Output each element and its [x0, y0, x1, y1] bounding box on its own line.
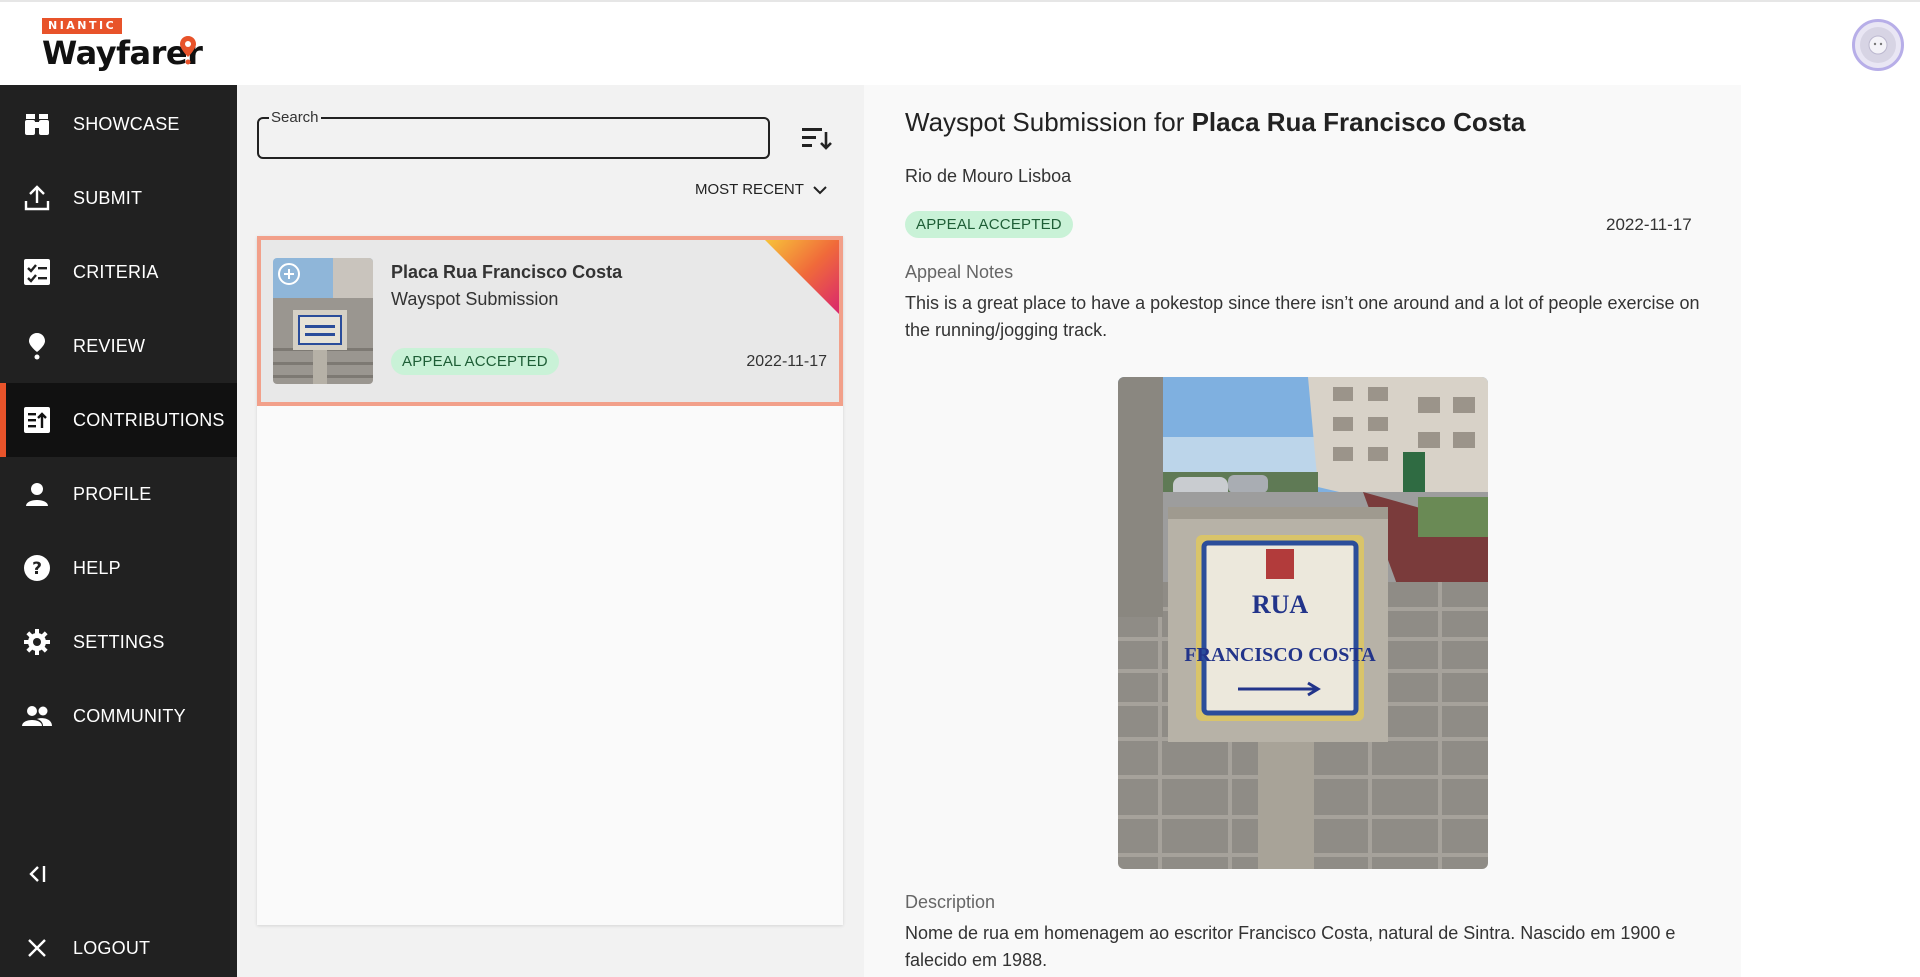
list-item[interactable]: Placa Rua Francisco Costa Wayspot Submis…	[257, 236, 843, 406]
sort-order-dropdown[interactable]: MOST RECENT	[695, 181, 828, 198]
sidebar-item-showcase[interactable]: SHOWCASE	[0, 87, 237, 161]
detail-title: Wayspot Submission for Placa Rua Francis…	[905, 107, 1525, 138]
card-date: 2022-11-17	[746, 353, 827, 370]
sidebar-item-help[interactable]: ? HELP	[0, 531, 237, 605]
sort-icon	[802, 128, 832, 150]
checklist-icon	[22, 257, 52, 287]
pin-icon	[22, 331, 52, 361]
chevron-down-icon	[813, 185, 827, 194]
sidebar-item-submit[interactable]: SUBMIT	[0, 161, 237, 235]
person-icon	[22, 479, 52, 509]
help-icon: ?	[22, 553, 52, 583]
sidebar-item-label: HELP	[73, 557, 121, 578]
submission-photo[interactable]: RUA FRANCISCO COSTA	[1118, 377, 1488, 869]
description-label: Description	[905, 892, 996, 912]
sidebar-item-label: SUBMIT	[73, 187, 143, 208]
sidebar-item-label: CRITERIA	[73, 261, 159, 282]
logo-pin-icon	[180, 36, 196, 65]
contribution-list: Placa Rua Francisco Costa Wayspot Submis…	[257, 236, 843, 925]
collapse-icon	[22, 859, 52, 889]
card-title: Placa Rua Francisco Costa	[391, 262, 623, 282]
detail-date: 2022-11-17	[1606, 215, 1692, 234]
contributions-icon	[22, 405, 52, 435]
contributions-list-panel: Search MOST RECENT Placa Rua Francisco C…	[237, 85, 864, 977]
search-field: Search	[257, 109, 770, 159]
sort-order-label: MOST RECENT	[695, 181, 804, 198]
sidebar-item-label: COMMUNITY	[73, 705, 186, 726]
logout-button[interactable]: LOGOUT	[0, 911, 237, 977]
sidebar-item-label: REVIEW	[73, 335, 146, 356]
avatar-face-icon	[1868, 35, 1888, 55]
search-label: Search	[269, 109, 321, 126]
svg-text:?: ?	[32, 559, 42, 579]
search-input[interactable]	[267, 125, 757, 151]
sort-button[interactable]	[799, 121, 835, 157]
detail-location: Rio de Mouro Lisboa	[905, 166, 1072, 186]
sidebar-item-label: PROFILE	[73, 483, 152, 504]
binoculars-icon	[22, 109, 52, 139]
detail-title-name: Placa Rua Francisco Costa	[1191, 107, 1526, 137]
sign-text-line1: RUA	[1252, 590, 1309, 619]
zoom-in-icon[interactable]	[277, 262, 301, 286]
appeal-notes-text: This is a great place to have a pokestop…	[905, 293, 1700, 340]
wayfarer-logo[interactable]: NIANTIC Wayfarer	[42, 18, 203, 74]
detail-title-prefix: Wayspot Submission for	[905, 107, 1192, 137]
collapse-sidebar-button[interactable]	[0, 837, 237, 911]
sidebar-item-label: CONTRIBUTIONS	[73, 409, 225, 430]
upload-icon	[22, 183, 52, 213]
close-icon	[22, 933, 52, 963]
corner-ribbon	[765, 240, 839, 314]
user-avatar[interactable]	[1852, 19, 1904, 71]
sidebar-item-community[interactable]: COMMUNITY	[0, 679, 237, 753]
sidebar-item-contributions[interactable]: CONTRIBUTIONS	[0, 383, 237, 457]
sidebar-item-label: SETTINGS	[73, 631, 165, 652]
appeal-notes-label: Appeal Notes	[905, 262, 1014, 282]
avatar-image	[1860, 27, 1896, 63]
card-type: Wayspot Submission	[391, 289, 559, 309]
submission-detail-panel: Wayspot Submission for Placa Rua Francis…	[864, 85, 1741, 977]
niantic-badge: NIANTIC	[42, 18, 123, 34]
page-margin	[1741, 85, 1920, 977]
sidebar-item-label: SHOWCASE	[73, 113, 180, 134]
sidebar-item-settings[interactable]: SETTINGS	[0, 605, 237, 679]
sidebar-item-criteria[interactable]: CRITERIA	[0, 235, 237, 309]
sidebar-nav: SHOWCASE SUBMIT CRITERIA REVIEW CONTRIBU…	[0, 85, 237, 977]
group-icon	[22, 701, 52, 731]
description-text: Nome de rua em homenagem ao escritor Fra…	[905, 923, 1676, 970]
sidebar-item-profile[interactable]: PROFILE	[0, 457, 237, 531]
app-header: NIANTIC Wayfarer	[0, 0, 1920, 85]
status-badge: APPEAL ACCEPTED	[905, 211, 1073, 238]
sign-text-line2: FRANCISCO COSTA	[1184, 644, 1376, 666]
sidebar-item-review[interactable]: REVIEW	[0, 309, 237, 383]
submission-thumbnail	[273, 258, 373, 384]
gear-icon	[22, 627, 52, 657]
status-badge: APPEAL ACCEPTED	[391, 348, 559, 375]
logout-label: LOGOUT	[73, 937, 151, 958]
